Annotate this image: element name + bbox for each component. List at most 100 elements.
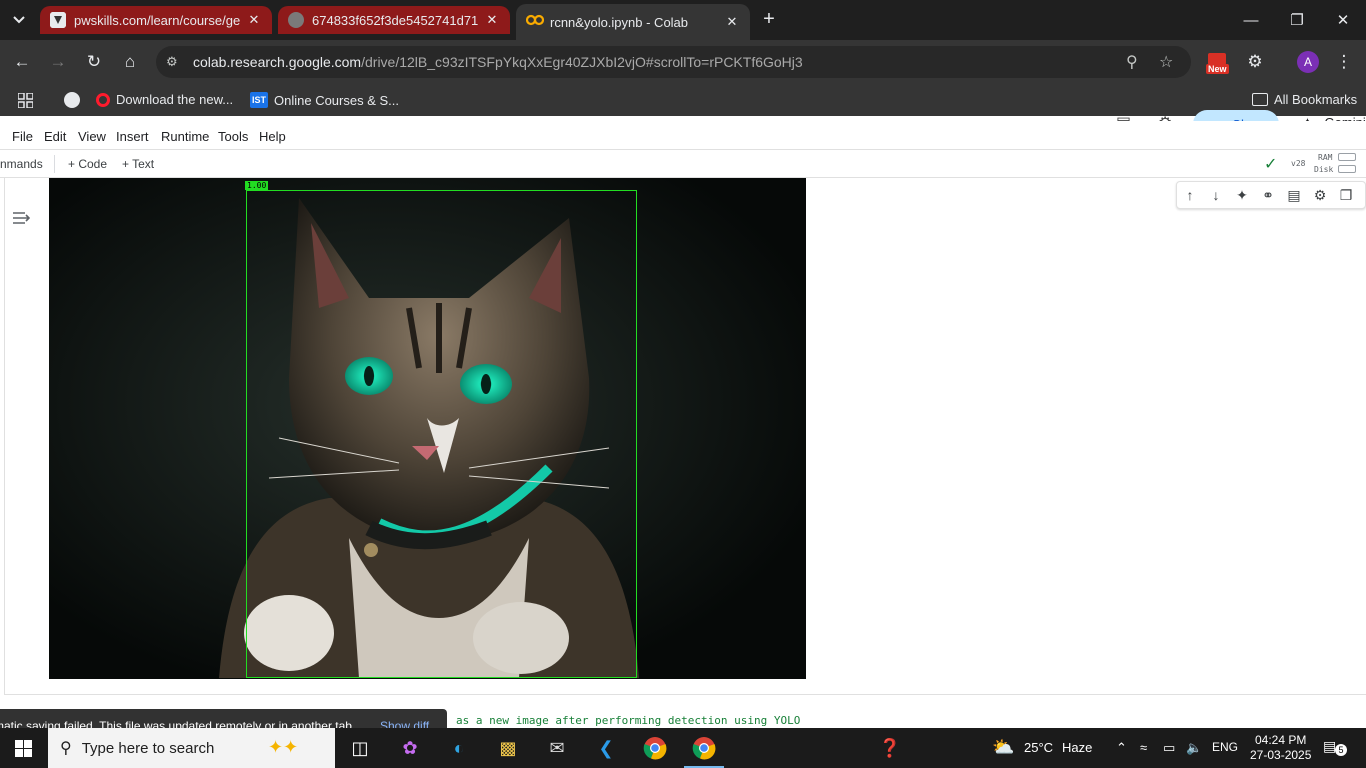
add-text-button[interactable]: + Text (122, 157, 154, 171)
disk-label: Disk (1314, 165, 1334, 174)
ist-icon: IST (250, 92, 268, 108)
menu-view[interactable]: View (78, 129, 106, 144)
tab-close-icon[interactable]: ✕ (246, 12, 262, 28)
minimize-icon[interactable]: — (1228, 0, 1274, 40)
tab-title: rcnn&yolo.ipynb - Colab (550, 14, 689, 30)
battery-icon[interactable]: ▭ (1163, 740, 1175, 756)
cell-toolbar: ↑ ↓ ✦ ⚭ ▤ ⚙ ❐ (1176, 181, 1366, 209)
back-icon[interactable]: ← (10, 50, 34, 74)
chrome-active-icon[interactable] (684, 734, 724, 768)
output-options-icon[interactable] (12, 211, 31, 230)
notebook-area: ↑ ↓ ✦ ⚭ ▤ ⚙ ❐ 1.00 as a new image after … (0, 178, 1366, 733)
opera-icon (96, 92, 110, 107)
chevron-up-icon[interactable]: ⌃ (1116, 740, 1127, 756)
tab-close-icon[interactable]: ✕ (484, 12, 500, 28)
tab-title: 674833f652f3de5452741d71.pdf (312, 12, 478, 28)
search-icon: ⚲ (60, 740, 72, 757)
notification-icon[interactable]: ▤ 5 (1323, 738, 1347, 758)
bookmark-globe[interactable] (64, 92, 86, 108)
url-text[interactable]: colab.research.google.com/drive/12lB_c93… (193, 54, 803, 70)
site-info-icon[interactable]: ⚙ (166, 54, 178, 70)
move-down-icon[interactable]: ↓ (1206, 187, 1226, 203)
sparkle-icon[interactable]: ✦ (1232, 187, 1252, 204)
vscode-icon[interactable]: ❮ (592, 734, 620, 762)
windows-taskbar: ⚲ Type here to search ✦✦ ◫ ✿ ◐ ▩ ✉ ❮ ❓ ⛅… (0, 728, 1366, 768)
commands-button[interactable]: nmands (0, 157, 43, 171)
colab-menu-bar: File Edit View Insert Runtime Tools Help (0, 121, 1366, 149)
move-up-icon[interactable]: ↑ (1180, 187, 1200, 203)
globe-icon (288, 12, 304, 28)
menu-edit[interactable]: Edit (44, 129, 66, 144)
taskbar-search-input[interactable]: ⚲ Type here to search ✦✦ (48, 728, 335, 768)
mail-icon[interactable]: ✉ (543, 734, 571, 762)
restore-icon[interactable]: ❐ (1274, 0, 1320, 40)
home-icon[interactable]: ⌂ (118, 50, 142, 74)
edge-icon[interactable]: ◐ (445, 734, 473, 762)
add-code-button[interactable]: + Code (68, 157, 107, 171)
kebab-menu-icon[interactable]: ⋮ (1332, 50, 1356, 74)
bookmarks-bar: Download the new... IST Online Courses &… (0, 84, 1366, 116)
extensions-icon[interactable]: ⚙ (1243, 50, 1267, 74)
gear-icon[interactable]: ⚙ (1310, 187, 1330, 204)
tab-title: pwskills.com/learn/course/gena (74, 12, 240, 28)
bookmark-online-courses[interactable]: IST Online Courses & S... (250, 92, 399, 108)
tab-search-icon[interactable] (6, 8, 32, 32)
volume-icon[interactable]: 🔈 (1186, 740, 1202, 756)
tab-pdf[interactable]: 674833f652f3de5452741d71.pdf ✕ (278, 6, 510, 34)
markdown-text: as a new image after performing detectio… (456, 714, 801, 727)
menu-insert[interactable]: Insert (116, 129, 149, 144)
weather-icon[interactable]: ⛅ (992, 737, 1014, 758)
new-feature-badge[interactable]: New (1206, 53, 1230, 77)
link-icon[interactable]: ⚭ (1258, 187, 1278, 204)
pwskills-favicon-icon (50, 12, 66, 28)
copilot-icon[interactable]: ✿ (396, 734, 424, 762)
bookmark-opera[interactable]: Download the new... (96, 92, 233, 107)
windows-start-icon[interactable] (15, 740, 32, 757)
colab-toolbar: nmands + Code + Text ✓ v28 RAM Disk (0, 149, 1366, 178)
tab-pwskills[interactable]: pwskills.com/learn/course/gena ✕ (40, 6, 272, 34)
disk-bar[interactable] (1338, 165, 1356, 173)
clock[interactable]: 04:24 PM 27-03-2025 (1250, 733, 1311, 763)
task-view-icon[interactable]: ◫ (346, 734, 374, 762)
reload-icon[interactable]: ↻ (82, 50, 106, 74)
ram-bar[interactable] (1338, 153, 1356, 161)
detection-score-label: 1.00 (245, 181, 269, 190)
menu-file[interactable]: File (12, 129, 33, 144)
new-tab-button[interactable]: + (757, 8, 781, 32)
detection-output-image: 1.00 (49, 178, 806, 679)
folder-icon (1252, 93, 1268, 106)
ram-label: RAM (1318, 153, 1333, 162)
menu-help[interactable]: Help (259, 129, 286, 144)
sparkle-icon: ✦✦ (268, 737, 299, 757)
weather-temp[interactable]: 25°C (1024, 740, 1053, 755)
browser-toolbar: ← → ↻ ⌂ ⚙ colab.research.google.com/driv… (0, 40, 1366, 84)
apps-grid-icon[interactable] (18, 93, 33, 108)
tab-strip: pwskills.com/learn/course/gena ✕ 674833f… (0, 0, 1366, 40)
connected-check-icon[interactable]: ✓ (1264, 154, 1277, 174)
runtime-version: v28 (1291, 159, 1306, 168)
weather-desc[interactable]: Haze (1062, 740, 1092, 755)
language-indicator[interactable]: ENG (1212, 740, 1238, 754)
colab-logo-icon (525, 14, 545, 30)
globe-icon (64, 92, 80, 108)
menu-tools[interactable]: Tools (218, 129, 248, 144)
mirror-cell-icon[interactable]: ❐ (1336, 187, 1356, 204)
avatar[interactable]: A (1297, 51, 1319, 73)
divider (54, 155, 55, 173)
wifi-icon[interactable]: ≈ (1140, 740, 1147, 755)
tab-close-icon[interactable]: ✕ (724, 14, 740, 30)
help-icon[interactable]: ❓ (876, 734, 904, 762)
bookmark-star-icon[interactable]: ☆ (1159, 52, 1173, 72)
forward-icon[interactable]: → (46, 50, 70, 74)
tab-colab[interactable]: rcnn&yolo.ipynb - Colab ✕ (516, 4, 750, 40)
chrome-icon[interactable] (641, 734, 669, 762)
zoom-icon[interactable]: ⚲ (1126, 52, 1138, 72)
detection-bounding-box (246, 190, 637, 678)
menu-runtime[interactable]: Runtime (161, 129, 209, 144)
close-window-icon[interactable]: ✕ (1320, 0, 1366, 40)
file-explorer-icon[interactable]: ▩ (494, 734, 522, 762)
notification-count: 5 (1335, 744, 1347, 756)
comment-icon[interactable]: ▤ (1284, 187, 1304, 204)
address-bar[interactable]: ⚙ colab.research.google.com/drive/12lB_c… (156, 46, 1191, 78)
all-bookmarks[interactable]: All Bookmarks (1252, 92, 1357, 107)
